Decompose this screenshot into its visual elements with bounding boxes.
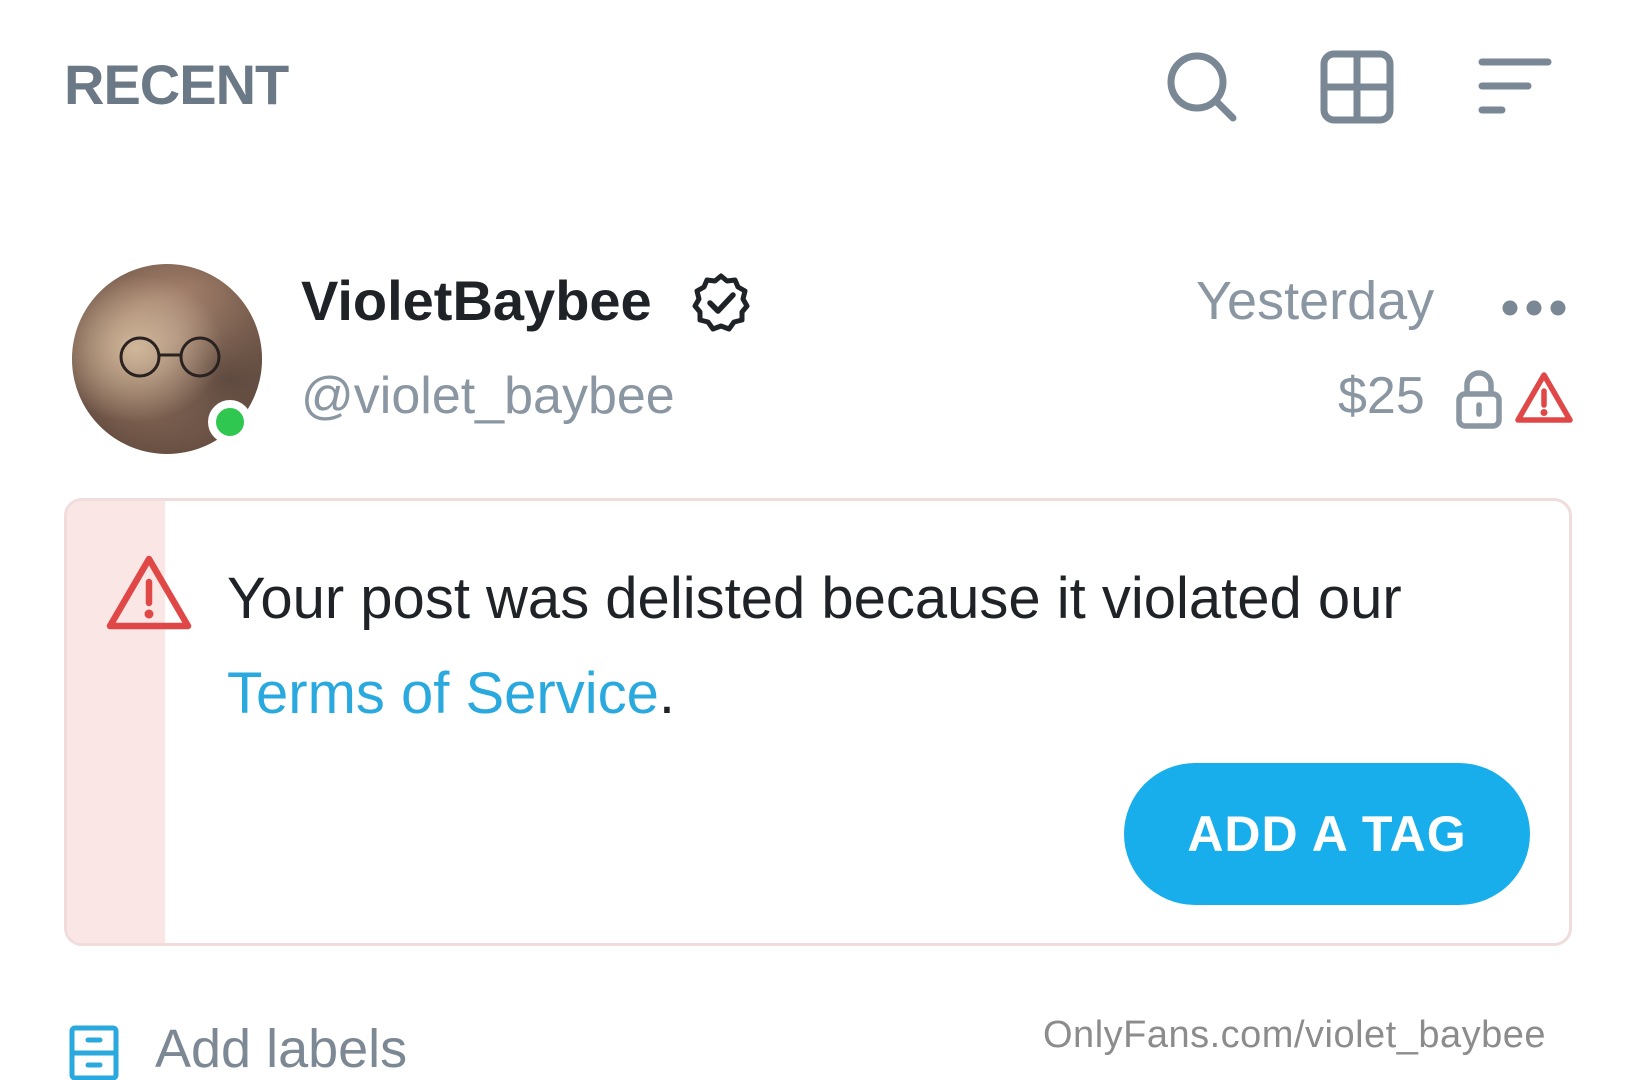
avatar-glasses [119,336,221,378]
sort-icon[interactable] [1476,48,1554,126]
avatar[interactable] [72,264,262,454]
verified-badge-icon [690,272,752,334]
search-icon[interactable] [1163,48,1241,126]
post-timestamp: Yesterday [1196,271,1435,331]
warning-triangle-icon [105,553,193,633]
notice-text-before: Your post was delisted because it violat… [227,566,1402,631]
post-price: $25 [1338,367,1425,425]
notice-text-after: . [658,661,676,726]
warning-icon [1514,370,1574,426]
add-tag-button[interactable]: ADD A TAG [1124,763,1530,905]
grid-icon[interactable] [1318,48,1396,126]
display-name[interactable]: VioletBaybee [301,268,652,333]
lock-icon [1454,368,1504,430]
terms-of-service-link[interactable]: Terms of Service [227,661,659,726]
notice-message: Your post was delisted because it violat… [227,551,1467,741]
online-status-dot [208,400,252,444]
labels-icon[interactable] [68,1024,120,1080]
page-title: RECENT [64,53,289,116]
add-labels-button[interactable]: Add labels [155,1018,407,1080]
post-page: RECENT VioletBaybee @violet_baybee Yeste… [0,0,1629,1080]
more-options-icon[interactable] [1500,290,1568,326]
watermark-text: OnlyFans.com/violet_baybee [1043,1014,1547,1056]
user-handle[interactable]: @violet_baybee [301,366,675,426]
delisted-notice-card: Your post was delisted because it violat… [64,498,1572,946]
